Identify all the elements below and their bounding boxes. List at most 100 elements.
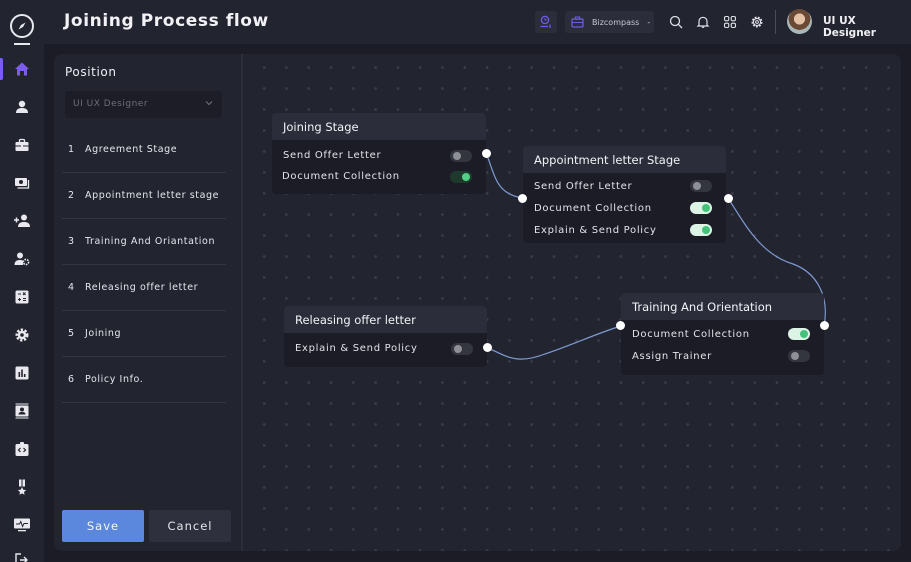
stage-number: 5 xyxy=(68,328,75,339)
node-row: Send Offer Letter xyxy=(272,145,486,166)
stage-number: 6 xyxy=(68,374,75,385)
row-label: Document Collection xyxy=(534,202,652,214)
user-settings-icon[interactable] xyxy=(12,249,32,269)
node-row: Explain & Send Policy xyxy=(284,338,487,359)
search-icon[interactable] xyxy=(668,14,684,30)
logo-underline xyxy=(14,43,30,45)
stage-item-joining[interactable]: 5 Joining xyxy=(62,311,226,357)
send-offer-letter-toggle[interactable] xyxy=(690,180,712,192)
document-collection-toggle[interactable] xyxy=(788,328,810,340)
panel-title: Position xyxy=(65,65,117,79)
calculator-icon[interactable] xyxy=(12,287,32,307)
medal-icon[interactable] xyxy=(12,477,32,497)
flow-canvas[interactable]: Joining Stage Send Offer Letter Document… xyxy=(245,54,901,551)
node-joining-stage[interactable]: Joining Stage Send Offer Letter Document… xyxy=(272,113,491,194)
node-row: Document Collection xyxy=(621,323,824,345)
page-title: Joining Process flow xyxy=(64,11,269,31)
explain-send-policy-toggle[interactable] xyxy=(690,224,712,236)
position-select-value: UI UX Designer xyxy=(73,99,149,109)
output-port[interactable] xyxy=(724,194,733,203)
main-content: Position UI UX Designer 1 Agreement Stag… xyxy=(54,54,901,551)
stage-number: 2 xyxy=(68,190,75,201)
bar-chart-icon[interactable] xyxy=(12,363,32,383)
edge-joining-to-appointment xyxy=(485,152,524,199)
position-panel: Position UI UX Designer 1 Agreement Stag… xyxy=(54,54,243,551)
row-label: Send Offer Letter xyxy=(534,180,633,192)
stage-number: 4 xyxy=(68,282,75,293)
stage-label: Agreement Stage xyxy=(85,144,178,155)
node-appointment-letter-stage[interactable]: Appointment letter Stage Send Offer Lett… xyxy=(518,146,733,243)
chevron-down-icon: - xyxy=(647,17,651,27)
node-releasing-offer-letter[interactable]: Releasing offer letter Explain & Send Po… xyxy=(284,306,492,367)
active-indicator xyxy=(0,58,3,80)
node-title: Appointment letter Stage xyxy=(523,146,726,173)
add-user-icon[interactable] xyxy=(12,211,32,231)
home-icon[interactable] xyxy=(12,59,32,79)
row-label: Assign Trainer xyxy=(632,350,712,362)
save-button[interactable]: Save xyxy=(62,510,144,542)
icon-rail xyxy=(0,0,44,562)
stage-label: Appointment letter stage xyxy=(85,190,220,201)
document-collection-toggle[interactable] xyxy=(690,202,712,214)
briefcase-icon[interactable] xyxy=(12,135,32,155)
payroll-icon[interactable] xyxy=(12,173,32,193)
contact-card-icon[interactable] xyxy=(12,401,32,421)
stage-list: 1 Agreement Stage 2 Appointment letter s… xyxy=(62,127,226,403)
output-port[interactable] xyxy=(820,321,829,330)
bell-icon[interactable] xyxy=(695,14,711,30)
clock-user-icon xyxy=(540,15,551,28)
monitor-activity-icon[interactable] xyxy=(12,515,32,535)
row-label: Document Collection xyxy=(282,171,400,182)
company-name: Bizcompass xyxy=(592,17,640,27)
stage-item-policy[interactable]: 6 Policy Info. xyxy=(62,357,226,403)
stage-number: 1 xyxy=(68,144,75,155)
output-port[interactable] xyxy=(483,343,492,352)
node-row: Document Collection xyxy=(523,197,726,219)
stage-label: Joining xyxy=(85,328,122,339)
position-select[interactable]: UI UX Designer xyxy=(65,91,222,118)
node-row: Explain & Send Policy xyxy=(523,219,726,241)
stage-label: Training And Oriantation xyxy=(85,236,216,247)
row-label: Explain & Send Policy xyxy=(295,343,418,354)
gear-icon[interactable] xyxy=(12,325,32,345)
settings-gear-icon[interactable] xyxy=(749,14,765,30)
stage-number: 3 xyxy=(68,236,75,247)
stage-label: Releasing offer letter xyxy=(85,282,199,293)
user-name[interactable]: UI UX Designer xyxy=(823,15,911,39)
user-icon[interactable] xyxy=(12,97,32,117)
send-offer-letter-toggle[interactable] xyxy=(450,149,472,162)
stage-item-releasing[interactable]: 4 Releasing offer letter xyxy=(62,265,226,311)
logout-icon[interactable] xyxy=(12,550,32,562)
stage-item-training[interactable]: 3 Training And Oriantation xyxy=(62,219,226,265)
node-title: Releasing offer letter xyxy=(284,306,487,333)
briefcase-icon xyxy=(571,16,584,28)
node-row: Assign Trainer xyxy=(621,345,824,367)
chevron-down-icon xyxy=(205,101,213,106)
code-badge-icon[interactable] xyxy=(12,439,32,459)
apps-grid-icon[interactable] xyxy=(722,14,738,30)
compass-logo-icon[interactable] xyxy=(10,14,34,38)
cancel-button[interactable]: Cancel xyxy=(149,510,231,542)
node-training-and-orientation[interactable]: Training And Orientation Document Collec… xyxy=(616,293,829,375)
output-port[interactable] xyxy=(482,149,491,158)
document-collection-toggle[interactable] xyxy=(450,170,472,183)
row-label: Explain & Send Policy xyxy=(534,224,657,236)
attendance-button[interactable] xyxy=(535,11,557,33)
row-label: Document Collection xyxy=(632,328,750,340)
input-port[interactable] xyxy=(518,194,527,203)
header-divider xyxy=(775,10,776,34)
stage-label: Policy Info. xyxy=(85,374,144,385)
stage-item-appointment[interactable]: 2 Appointment letter stage xyxy=(62,173,226,219)
explain-send-policy-toggle[interactable] xyxy=(451,342,473,355)
node-row: Send Offer Letter xyxy=(523,175,726,197)
edge-releasing-to-training xyxy=(486,325,622,360)
node-title: Training And Orientation xyxy=(621,293,824,320)
assign-trainer-toggle[interactable] xyxy=(788,350,810,362)
top-header: Joining Process flow Bizcompass - UI UX … xyxy=(44,0,911,44)
input-port[interactable] xyxy=(616,321,625,330)
node-row: Document Collection xyxy=(272,166,486,187)
node-title: Joining Stage xyxy=(272,113,486,140)
company-selector[interactable]: Bizcompass - xyxy=(565,11,654,33)
stage-item-agreement[interactable]: 1 Agreement Stage xyxy=(62,127,226,173)
avatar[interactable] xyxy=(787,9,812,34)
